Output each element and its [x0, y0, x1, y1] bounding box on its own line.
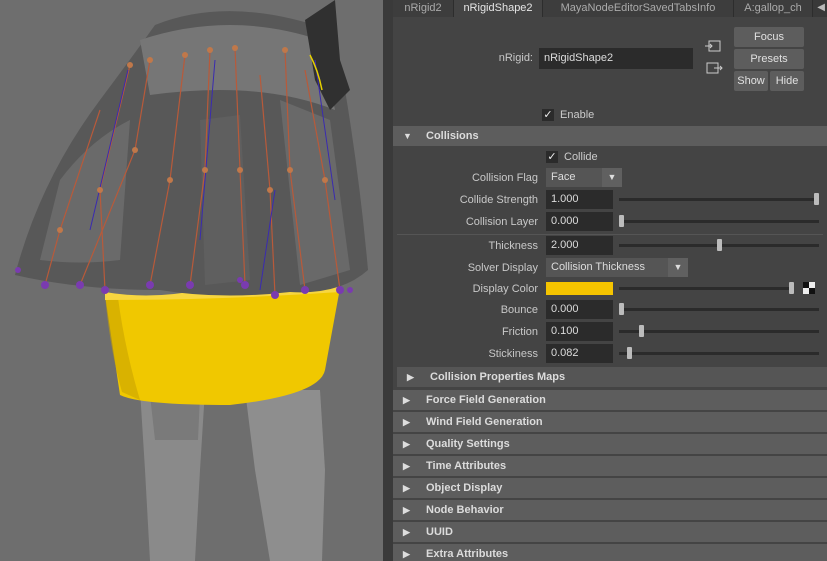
triangle-right-icon: ▶ [403, 483, 410, 493]
section-force-field-generation[interactable]: ▶ Force Field Generation [393, 390, 827, 410]
triangle-down-icon: ▼ [403, 131, 412, 141]
stickiness-slider[interactable] [619, 352, 819, 355]
section-title: Time Attributes [426, 460, 507, 472]
section-quality-settings[interactable]: ▶ Quality Settings [393, 434, 827, 454]
hide-button[interactable]: Hide [770, 71, 804, 91]
section-time-attributes[interactable]: ▶ Time Attributes [393, 456, 827, 476]
solver-display-value: Collision Thickness [551, 261, 645, 273]
section-title: Extra Attributes [426, 548, 509, 560]
collisions-section-header[interactable]: ▼ Collisions [393, 126, 827, 146]
thickness-label: Thickness [488, 240, 538, 252]
triangle-right-icon: ▶ [403, 461, 410, 471]
skirt-model-render [15, 0, 368, 561]
collide-label: Collide [564, 151, 598, 163]
collide-strength-label: Collide Strength [459, 194, 538, 206]
nrigid-name-field[interactable]: nRigidShape2 [539, 48, 693, 69]
collide-strength-field[interactable]: 1.000 [546, 190, 613, 209]
bounce-label: Bounce [500, 304, 538, 316]
collisions-title: Collisions [426, 130, 479, 142]
collision-flag-label: Collision Flag [471, 172, 538, 184]
section-title: UUID [426, 526, 453, 538]
collision-layer-label: Collision Layer [465, 216, 538, 228]
triangle-right-icon: ▶ [403, 395, 410, 405]
show-button[interactable]: Show [734, 71, 768, 91]
display-color-label: Display Color [472, 283, 538, 295]
divider [397, 234, 823, 235]
tab-bar: nRigid2 nRigidShape2 MayaNodeEditorSaved… [393, 0, 827, 17]
thickness-field[interactable]: 2.000 [546, 236, 613, 255]
3d-viewport[interactable] [0, 0, 383, 561]
triangle-right-icon: ▶ [403, 527, 410, 537]
nrigid-label: nRigid: [498, 52, 533, 64]
output-connection-icon[interactable] [705, 61, 723, 75]
stickiness-label: Stickiness [488, 348, 538, 360]
collide-strength-slider-thumb[interactable] [814, 193, 819, 205]
stickiness-field[interactable]: 0.082 [546, 344, 613, 363]
section-wind-field-generation[interactable]: ▶ Wind Field Generation [393, 412, 827, 432]
collision-flag-value: Face [551, 171, 576, 183]
thickness-slider-thumb[interactable] [716, 239, 722, 251]
presets-button[interactable]: Presets [734, 49, 804, 69]
section-title: Wind Field Generation [426, 416, 543, 428]
collision-layer-slider[interactable] [619, 220, 819, 223]
panel-splitter[interactable] [383, 0, 393, 561]
bounce-slider[interactable] [619, 308, 819, 311]
section-object-display[interactable]: ▶ Object Display [393, 478, 827, 498]
chevron-down-icon: ▼ [602, 168, 622, 187]
bounce-field[interactable]: 0.000 [546, 300, 613, 319]
tab-nrigid[interactable]: nRigid2 [393, 0, 454, 17]
collision-layer-field[interactable]: 0.000 [546, 212, 613, 231]
triangle-right-icon: ▶ [403, 439, 410, 449]
friction-slider[interactable] [619, 330, 819, 333]
tab-nrigidshape[interactable]: nRigidShape2 [454, 0, 543, 17]
triangle-right-icon: ▶ [407, 372, 414, 382]
solver-display-dropdown[interactable]: Collision Thickness ▼ [546, 258, 688, 277]
friction-slider-thumb[interactable] [638, 325, 644, 337]
collision-flag-dropdown[interactable]: Face ▼ [546, 168, 622, 187]
friction-label: Friction [501, 326, 538, 338]
triangle-right-icon: ▶ [403, 549, 410, 559]
friction-field[interactable]: 0.100 [546, 322, 613, 341]
tab-node-editor-saved-tabs-info[interactable]: MayaNodeEditorSavedTabsInfo [543, 0, 734, 17]
chevron-down-icon: ▼ [668, 258, 688, 277]
section-title: Object Display [426, 482, 503, 494]
triangle-left-icon[interactable]: ◀ [817, 2, 825, 13]
checker-texture-icon[interactable] [803, 282, 815, 294]
section-extra-attributes[interactable]: ▶ Extra Attributes [393, 544, 827, 561]
section-title: Node Behavior [426, 504, 504, 516]
solver-display-label: Solver Display [467, 262, 538, 274]
display-color-swatch[interactable] [546, 282, 613, 295]
triangle-right-icon: ▶ [403, 505, 410, 515]
collision-properties-maps-section[interactable]: ▶ Collision Properties Maps [397, 367, 827, 387]
attribute-editor: nRigid2 nRigidShape2 MayaNodeEditorSaved… [393, 0, 827, 561]
section-title: Quality Settings [426, 438, 510, 450]
bounce-slider-thumb[interactable] [619, 303, 624, 315]
collision-properties-maps-title: Collision Properties Maps [430, 371, 566, 383]
display-color-slider-thumb[interactable] [789, 282, 794, 294]
display-color-slider[interactable] [619, 287, 794, 290]
section-title: Force Field Generation [426, 394, 546, 406]
collide-checkbox[interactable]: ✓ [546, 151, 558, 163]
triangle-right-icon: ▶ [403, 417, 410, 427]
enable-checkbox[interactable]: ✓ [542, 109, 554, 121]
tab-gallop[interactable]: A:gallop_ch [734, 0, 813, 17]
stickiness-slider-thumb[interactable] [626, 347, 632, 359]
section-node-behavior[interactable]: ▶ Node Behavior [393, 500, 827, 520]
collide-strength-slider[interactable] [619, 198, 819, 201]
focus-button[interactable]: Focus [734, 27, 804, 47]
input-connection-icon[interactable] [705, 39, 723, 53]
enable-label: Enable [560, 109, 595, 121]
section-uuid[interactable]: ▶ UUID [393, 522, 827, 542]
collision-layer-slider-thumb[interactable] [619, 215, 624, 227]
